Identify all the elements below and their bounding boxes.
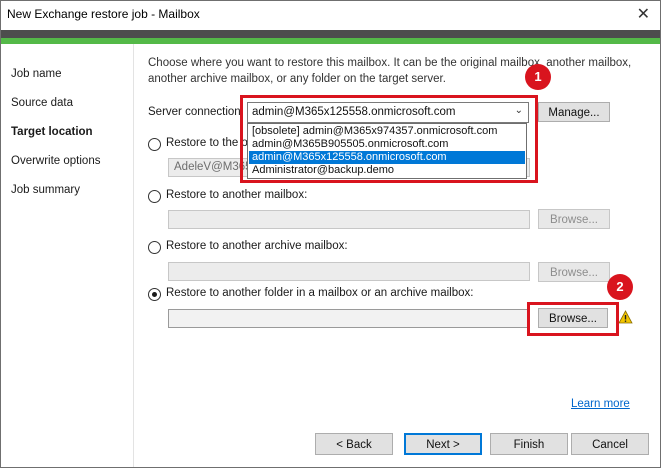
restore-another-mailbox-label: Restore to another mailbox: <box>166 189 308 201</box>
annotation-box-2 <box>527 302 619 336</box>
restore-original-radio[interactable] <box>148 138 161 151</box>
restore-another-archive-radio[interactable] <box>148 241 161 254</box>
title-bar: New Exchange restore job - Mailbox ✕ <box>1 1 660 30</box>
step-target-location[interactable]: Target location <box>11 126 93 138</box>
annotation-badge-1: 1 <box>525 64 551 90</box>
finish-button[interactable]: Finish <box>490 433 568 455</box>
folder-path-field[interactable] <box>168 309 530 328</box>
warning-icon <box>618 310 633 324</box>
window-title: New Exchange restore job - Mailbox <box>7 7 200 21</box>
annotation-badge-2: 2 <box>607 274 633 300</box>
restore-folder-radio[interactable] <box>148 288 161 301</box>
back-button[interactable]: < Back <box>315 433 393 455</box>
next-button[interactable]: Next > <box>404 433 482 455</box>
browse-mailbox-button[interactable]: Browse... <box>538 209 610 229</box>
server-connection-label: Server connection: <box>148 106 244 118</box>
close-icon[interactable]: ✕ <box>637 4 650 24</box>
header-band <box>1 30 660 44</box>
browse-archive-button[interactable]: Browse... <box>538 262 610 282</box>
page-description: Choose where you want to restore this ma… <box>148 57 632 85</box>
learn-more-link[interactable]: Learn more <box>571 398 630 410</box>
restore-another-archive-label: Restore to another archive mailbox: <box>166 240 348 252</box>
annotation-box-1 <box>240 95 538 183</box>
step-source-data[interactable]: Source data <box>11 97 73 109</box>
restore-another-mailbox-radio[interactable] <box>148 190 161 203</box>
another-mailbox-field <box>168 210 530 229</box>
manage-button[interactable]: Manage... <box>538 102 610 122</box>
step-job-name[interactable]: Job name <box>11 68 62 80</box>
wizard-steps-sidebar: Job name Source data Target location Ove… <box>1 44 134 467</box>
step-job-summary[interactable]: Job summary <box>11 184 80 196</box>
cancel-button[interactable]: Cancel <box>571 433 649 455</box>
restore-folder-label: Restore to another folder in a mailbox o… <box>166 287 474 299</box>
another-archive-field <box>168 262 530 281</box>
step-overwrite-options[interactable]: Overwrite options <box>11 155 100 167</box>
restore-job-window: New Exchange restore job - Mailbox ✕ Job… <box>0 0 661 468</box>
